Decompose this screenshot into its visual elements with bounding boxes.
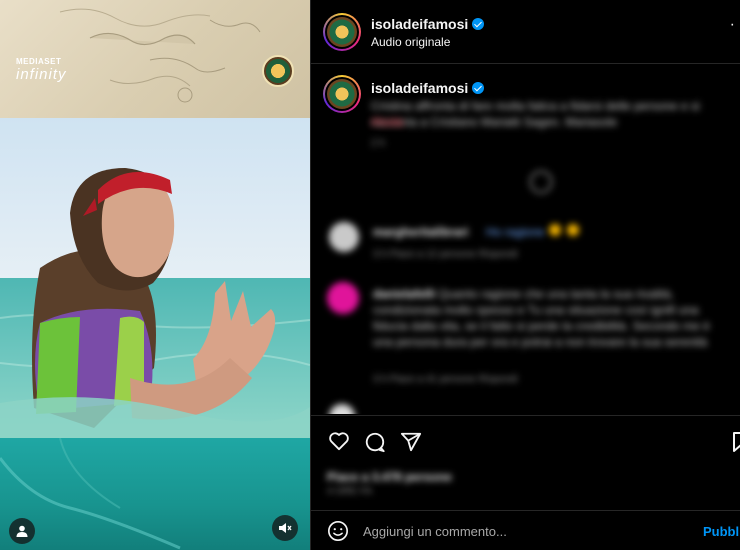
comment-meta[interactable]: 3 h Piace a 12 persone Rispondi — [373, 249, 518, 260]
header-username-row[interactable]: isoladeifamosi — [371, 16, 485, 32]
comment-avatar[interactable] — [329, 222, 359, 252]
audio-label[interactable]: Audio originale — [371, 35, 450, 49]
comment-avatar[interactable] — [327, 282, 359, 314]
comment-bar: Aggiungi un commento... Pubblica — [311, 510, 740, 550]
post-date: 4 ORE FA — [327, 486, 373, 497]
comment-avatar[interactable] — [329, 404, 355, 414]
header-username[interactable]: isoladeifamosi — [371, 16, 468, 32]
video-scene — [0, 118, 310, 438]
bookmark-icon[interactable] — [732, 431, 740, 458]
water-texture — [0, 437, 181, 550]
comment-icon[interactable] — [364, 431, 386, 458]
comment-body: danielafelli Quanto ragione che una tant… — [373, 286, 729, 350]
video-frame — [0, 118, 310, 438]
header-avatar[interactable] — [323, 13, 361, 51]
caption-username[interactable]: isoladeifamosi — [371, 80, 468, 96]
post-header: isoladeifamosi Audio originale · — [311, 0, 740, 64]
brand-bottom-text: infinity — [16, 66, 67, 83]
map-banner: MEDIASET infinity — [0, 0, 310, 118]
emoji-icon — [549, 224, 561, 236]
emoji-icon — [567, 224, 579, 236]
post-media[interactable]: MEDIASET infinity — [0, 0, 310, 550]
comment-input[interactable]: Aggiungi un commento... — [363, 524, 507, 539]
speaker-muted-icon[interactable] — [272, 515, 298, 541]
publish-button[interactable]: Pubblica — [703, 524, 740, 539]
verified-icon — [472, 18, 485, 30]
comment-meta[interactable]: 3 h Piace a 41 persone Rispondi — [373, 374, 518, 385]
more-options-icon[interactable]: · — [730, 17, 735, 33]
isola-logo — [262, 55, 294, 87]
brand-top-text: MEDIASET — [16, 57, 62, 66]
share-icon[interactable] — [400, 431, 422, 458]
comments-scroll-area[interactable]: isoladeifamosi Cristina affronta di fare… — [311, 64, 740, 414]
comment-text: Ho ragione — [486, 225, 545, 239]
emoji-icon[interactable] — [327, 520, 349, 547]
mediaset-infinity-logo: MEDIASET infinity — [16, 57, 67, 83]
comment-username[interactable]: margheritalibrari — [373, 224, 468, 240]
verified-icon — [472, 82, 485, 94]
loading-spinner-icon — [529, 170, 553, 194]
caption-hashtag[interactable]: #Isola — [371, 114, 716, 130]
post-actions: Piace a 3.478 persone 4 ORE FA — [311, 415, 740, 510]
caption-time: 2 h — [371, 138, 385, 149]
post-detail-panel: isoladeifamosi Audio originale · isolade… — [310, 0, 740, 550]
user-icon[interactable] — [9, 518, 35, 544]
caption-avatar[interactable] — [323, 75, 361, 113]
heart-icon[interactable] — [328, 431, 350, 456]
caption-username-row[interactable]: isoladeifamosi — [371, 80, 485, 96]
comment-username[interactable]: danielafelli — [373, 287, 435, 301]
lower-video-frame — [0, 437, 310, 550]
likes-count[interactable]: Piace a 3.478 persone — [327, 469, 452, 485]
